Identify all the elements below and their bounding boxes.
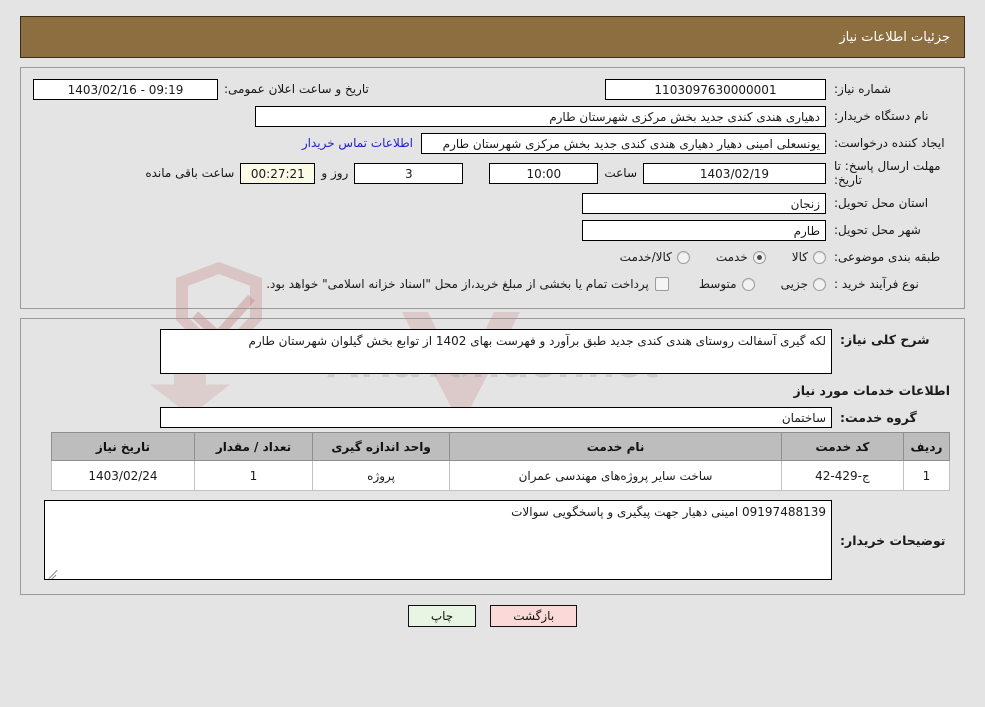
buyer-notes-textarea[interactable]: 09197488139 امینی دهیار جهت پیگیری و پاس…: [44, 500, 832, 580]
radio-icon-jozei[interactable]: [813, 277, 826, 291]
back-button[interactable]: بازگشت: [490, 605, 578, 627]
buyer-org-label: نام دستگاه خریدار:: [834, 109, 929, 123]
deadline-hour-value: 10:00: [489, 162, 599, 184]
request-creator-value: یونسعلی امینی دهیار دهیاری هندی کندی جدی…: [421, 132, 826, 154]
row-summary: شرح کلی نیاز: لکه گیری آسفالت روستای هند…: [33, 329, 952, 374]
radio-option-jozei[interactable]: جزیی: [781, 277, 826, 291]
need-number-value: 1103097630000001: [605, 78, 826, 100]
buyer-notes-label: توضیحات خریدار:: [840, 532, 946, 548]
radio-label-kala-khedmat: کالا/خدمت: [619, 250, 672, 264]
row-buyer-notes: توضیحات خریدار: 09197488139 امینی دهیار …: [33, 500, 952, 580]
row-need-number: شماره نیاز: 1103097630000001 تاریخ و ساع…: [33, 78, 952, 100]
radio-option-kala[interactable]: کالا: [792, 250, 826, 264]
announce-datetime-value: 09:19 - 1403/02/16: [33, 78, 218, 100]
treasury-checkbox-item[interactable]: پرداخت تمام یا بخشی از مبلغ خرید،از محل …: [266, 277, 669, 291]
services-table: ردیف کد خدمت نام خدمت واحد اندازه گیری ت…: [51, 432, 951, 491]
row-request-creator: ایجاد کننده درخواست: یونسعلی امینی دهیار…: [33, 132, 952, 154]
radio-label-khedmat: خدمت: [715, 250, 748, 264]
radio-icon-motavaset[interactable]: [741, 277, 755, 291]
th-date: تاریخ نیاز: [51, 432, 195, 461]
delivery-province-value: زنجان: [582, 192, 826, 214]
radio-option-kala-khedmat[interactable]: کالا/خدمت: [620, 250, 690, 264]
row-purchase-process: نوع فرآیند خرید : جزیی متوسط پرداخت تمام…: [33, 273, 952, 295]
summary-label: شرح کلی نیاز:: [840, 332, 930, 347]
td-date: 1403/02/24: [51, 460, 195, 491]
request-creator-label: ایجاد کننده درخواست:: [834, 136, 945, 150]
deadline-days-suffix: روز و: [321, 166, 349, 180]
row-buyer-org: نام دستگاه خریدار: دهیاری هندی کندی جدید…: [33, 105, 952, 127]
purchase-process-label: نوع فرآیند خرید :: [834, 277, 919, 291]
td-unit: پروژه: [312, 460, 451, 491]
radio-label-jozei: جزیی: [780, 277, 808, 291]
deadline-hour-label: ساعت: [604, 166, 637, 180]
buyer-org-value: دهیاری هندی کندی جدید بخش مرکزی شهرستان …: [255, 105, 826, 127]
row-service-group: گروه خدمت: ساختمان: [33, 407, 952, 428]
table-row: 1 ج-429-42 ساخت سایر پروژه‌های مهندسی عم…: [51, 460, 951, 491]
th-qty: تعداد / مقدار: [193, 432, 314, 461]
radio-icon-kala-khedmat[interactable]: [676, 250, 690, 264]
th-code: کد خدمت: [780, 432, 904, 461]
deadline-countdown-value: 00:27:21: [240, 162, 316, 184]
service-group-value: ساختمان: [160, 407, 832, 428]
row-delivery-city: شهر محل تحویل: طارم: [33, 219, 952, 241]
row-delivery-province: استان محل تحویل: زنجان: [33, 192, 952, 214]
radio-option-khedmat[interactable]: خدمت: [716, 250, 766, 264]
treasury-checkbox-label: پرداخت تمام یا بخشی از مبلغ خرید،از محل …: [266, 277, 649, 291]
td-row: 1: [902, 460, 951, 491]
treasury-checkbox-icon[interactable]: [654, 277, 669, 291]
deadline-label: مهلت ارسال پاسخ: تا تاریخ:: [826, 159, 952, 187]
td-qty: 1: [193, 460, 314, 491]
row-subject-category: طبقه بندی موضوعی: کالا خدمت کالا/خدمت: [33, 246, 952, 268]
th-row: ردیف: [902, 432, 951, 461]
need-info-panel: شماره نیاز: 1103097630000001 تاریخ و ساع…: [20, 67, 965, 309]
deadline-days-value: 3: [354, 162, 464, 184]
print-button[interactable]: چاپ: [407, 605, 477, 627]
subject-category-label: طبقه بندی موضوعی:: [834, 250, 941, 264]
subject-category-radio-group: کالا خدمت کالا/خدمت: [594, 250, 826, 264]
deadline-label-line1: مهلت ارسال پاسخ: تا: [834, 159, 941, 173]
services-section-title: اطلاعات خدمات مورد نیاز: [793, 383, 951, 398]
service-group-label: گروه خدمت:: [840, 410, 917, 425]
page-title: جزئیات اطلاعات نیاز: [839, 29, 950, 45]
td-name: ساخت سایر پروژه‌های مهندسی عمران: [449, 460, 782, 491]
delivery-city-value: طارم: [582, 219, 826, 241]
table-header-row: ردیف کد خدمت نام خدمت واحد اندازه گیری ت…: [51, 432, 951, 461]
th-unit: واحد اندازه گیری: [312, 432, 451, 461]
summary-resize-grip[interactable]: [213, 362, 225, 374]
summary-textarea[interactable]: لکه گیری آسفالت روستای هندی کندی جدید طب…: [160, 329, 832, 374]
td-code: ج-429-42: [780, 460, 904, 491]
need-details-panel: شرح کلی نیاز: لکه گیری آسفالت روستای هند…: [20, 318, 965, 595]
delivery-province-label: استان محل تحویل:: [834, 196, 929, 210]
radio-label-motavaset: متوسط: [698, 277, 737, 291]
delivery-city-label: شهر محل تحویل:: [834, 223, 921, 237]
deadline-date-value: 1403/02/19: [643, 162, 826, 184]
radio-option-motavaset[interactable]: متوسط: [699, 277, 755, 291]
deadline-label-line2: تاریخ:: [834, 173, 862, 187]
buyer-notes-resize-grip[interactable]: [47, 566, 59, 578]
radio-icon-kala[interactable]: [813, 250, 826, 264]
page-header: جزئیات اطلاعات نیاز: [20, 16, 965, 58]
buyer-contact-link[interactable]: اطلاعات تماس خریدار: [294, 136, 421, 150]
footer-actions: بازگشت چاپ: [0, 605, 985, 627]
need-number-label: شماره نیاز:: [834, 82, 891, 96]
th-name: نام خدمت: [449, 432, 782, 461]
radio-label-kala: کالا: [791, 250, 808, 264]
purchase-process-radio-group: جزیی متوسط: [673, 277, 826, 291]
announce-datetime-label: تاریخ و ساعت اعلان عمومی:: [224, 82, 369, 96]
row-deadline: مهلت ارسال پاسخ: تا تاریخ: 1403/02/19 سا…: [33, 159, 952, 187]
deadline-countdown-suffix: ساعت باقی مانده: [145, 166, 235, 180]
radio-icon-khedmat[interactable]: [752, 250, 766, 264]
services-table-wrap: ردیف کد خدمت نام خدمت واحد اندازه گیری ت…: [33, 432, 952, 491]
